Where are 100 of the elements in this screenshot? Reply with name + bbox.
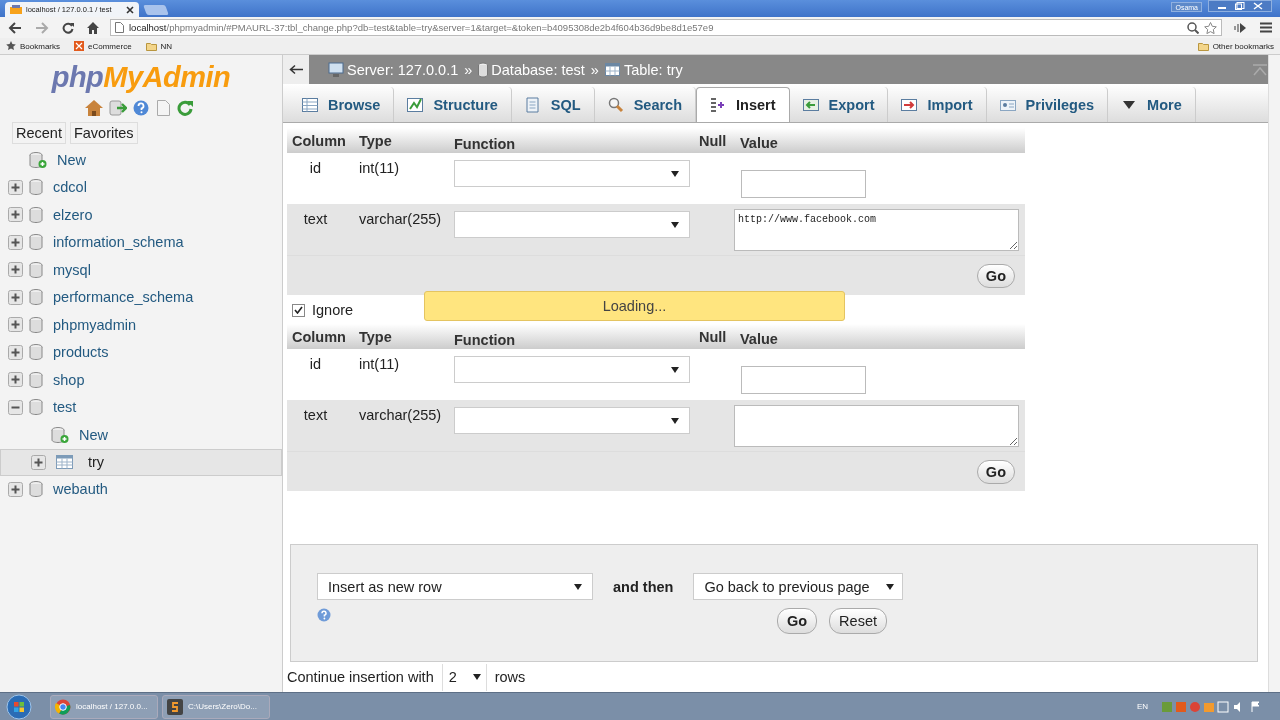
- tab[interactable]: More: [1108, 87, 1196, 122]
- table-icon: [302, 96, 318, 113]
- extension-icon[interactable]: [1233, 21, 1247, 34]
- row-count-dropdown[interactable]: 2: [441, 663, 487, 691]
- expand-icon[interactable]: [31, 454, 46, 470]
- table-icon: [56, 454, 74, 470]
- database-icon: [29, 234, 43, 251]
- after-insert-dropdown[interactable]: Go back to previous page: [693, 573, 904, 600]
- tree-item[interactable]: New: [0, 146, 282, 174]
- help-icon[interactable]: [317, 608, 331, 622]
- window-controls[interactable]: [1208, 0, 1272, 12]
- bookmark[interactable]: NN: [145, 41, 173, 51]
- expand-icon[interactable]: [8, 289, 23, 305]
- tree-item[interactable]: performance_schema: [0, 283, 282, 311]
- expand-icon[interactable]: [8, 317, 23, 333]
- database-new-icon: [51, 426, 69, 443]
- expand-icon[interactable]: [8, 481, 23, 497]
- tree-item[interactable]: phpmyadmin: [0, 311, 282, 339]
- back-icon[interactable]: [8, 21, 22, 34]
- help-icon[interactable]: [133, 100, 149, 116]
- table-cell-text: text: [302, 406, 329, 425]
- bookmark[interactable]: Bookmarks: [6, 41, 60, 51]
- column-header: Column: [291, 328, 347, 345]
- restore-icon: [1235, 2, 1245, 10]
- start-icon[interactable]: [6, 693, 32, 720]
- tree-item[interactable]: elzero: [0, 201, 282, 229]
- menu-icon[interactable]: [1260, 22, 1272, 33]
- expand-icon[interactable]: [8, 372, 23, 388]
- database-icon: [478, 61, 489, 78]
- value-field[interactable]: [734, 405, 1019, 447]
- folder-icon: [1197, 41, 1209, 51]
- database-icon: [29, 289, 43, 306]
- editor-icon: [167, 698, 183, 715]
- breadcrumb-separator: »: [590, 61, 599, 78]
- tree-item[interactable]: products: [0, 338, 282, 366]
- expand-icon[interactable]: [8, 179, 23, 195]
- logo: phpMyAdmin: [51, 60, 231, 94]
- tree-item[interactable]: shop: [0, 366, 282, 394]
- tree-item[interactable]: information_schema: [0, 228, 282, 256]
- table-cell-text: varchar(255): [358, 210, 443, 229]
- table-cell-text: id: [308, 355, 323, 374]
- table-cell-text: varchar(255): [358, 406, 443, 425]
- expand-icon[interactable]: [8, 207, 23, 223]
- tree-item[interactable]: mysql: [0, 256, 282, 284]
- tree-item[interactable]: New: [0, 421, 282, 449]
- breadcrumb-link[interactable]: Database: test: [478, 61, 585, 78]
- expand-icon[interactable]: [8, 262, 23, 278]
- reset-button[interactable]: Reset: [829, 608, 887, 634]
- exit-icon[interactable]: [109, 100, 127, 116]
- tree-item[interactable]: test: [0, 393, 282, 421]
- tab[interactable]: Privileges: [986, 87, 1109, 122]
- column-header: Value: [739, 134, 779, 151]
- breadcrumb-separator: »: [464, 61, 473, 78]
- insert-icon: [710, 97, 727, 113]
- value-field[interactable]: [741, 170, 866, 198]
- insert-mode-dropdown[interactable]: Insert as new row: [317, 573, 593, 600]
- scrollbar[interactable]: [1268, 55, 1280, 692]
- tab[interactable]: SQL: [511, 87, 595, 122]
- reload-icon[interactable]: [62, 21, 74, 34]
- collapse-icon[interactable]: [8, 399, 23, 415]
- value-field[interactable]: http://www.facebook.com: [734, 209, 1019, 251]
- close-icon: [1253, 2, 1263, 10]
- expand-icon[interactable]: [8, 344, 23, 360]
- go-button[interactable]: Go: [976, 459, 1015, 484]
- tab[interactable]: Insert: [696, 87, 790, 122]
- expand-icon[interactable]: [8, 234, 23, 250]
- loading-message: Loading...: [424, 291, 845, 321]
- tab[interactable]: Import: [888, 87, 987, 122]
- go-button[interactable]: Go: [776, 608, 818, 634]
- column-header: Null: [698, 328, 728, 345]
- database-icon: [29, 344, 43, 361]
- chart-icon: [407, 96, 424, 113]
- import-icon: [901, 96, 918, 113]
- sidebar-button[interactable]: Recent: [12, 122, 66, 144]
- tab[interactable]: Export: [789, 87, 889, 122]
- checkbox[interactable]: [292, 303, 305, 317]
- tab[interactable]: Browse: [289, 87, 395, 122]
- url-text: localhost/phpmyadmin/#PMAURL-37:tbl_change.php?db=test&table=try&server=1&target=&token=b4095308de2b4f604b36d9be8d1e57e9: [129, 22, 714, 33]
- tree-item[interactable]: try: [0, 448, 282, 476]
- tree-item[interactable]: cdcol: [0, 173, 282, 201]
- home-icon[interactable]: [85, 100, 103, 116]
- column-header: Null: [698, 132, 728, 149]
- bookmark[interactable]: eCommerce: [74, 41, 132, 51]
- column-header: Column: [291, 132, 347, 149]
- dropdown-arrow-icon: [671, 170, 679, 177]
- dropdown-arrow-icon: [671, 417, 679, 424]
- tree-item[interactable]: webauth: [0, 475, 282, 503]
- breadcrumb-link[interactable]: Table: try: [604, 61, 683, 78]
- tab[interactable]: Structure: [394, 87, 512, 122]
- breadcrumb-link[interactable]: Server: 127.0.0.1: [328, 61, 459, 78]
- value-field[interactable]: [741, 366, 866, 394]
- export-icon: [802, 96, 819, 113]
- continue-label: Continue insertion with: [287, 669, 434, 685]
- home-icon[interactable]: [87, 21, 99, 34]
- bookmark[interactable]: Other bookmarks: [1197, 41, 1274, 51]
- table-cell-text: int(11): [358, 355, 401, 374]
- database-icon: [29, 481, 43, 498]
- address-bar[interactable]: localhost/phpmyadmin/#PMAURL-37:tbl_change.php?db=test&table=try&server=1&target=&token=b4095308de2b4f604b36d9be8d1e57e9: [110, 19, 1222, 36]
- sidebar-button[interactable]: Favorites: [69, 122, 138, 144]
- go-button[interactable]: Go: [976, 263, 1015, 288]
